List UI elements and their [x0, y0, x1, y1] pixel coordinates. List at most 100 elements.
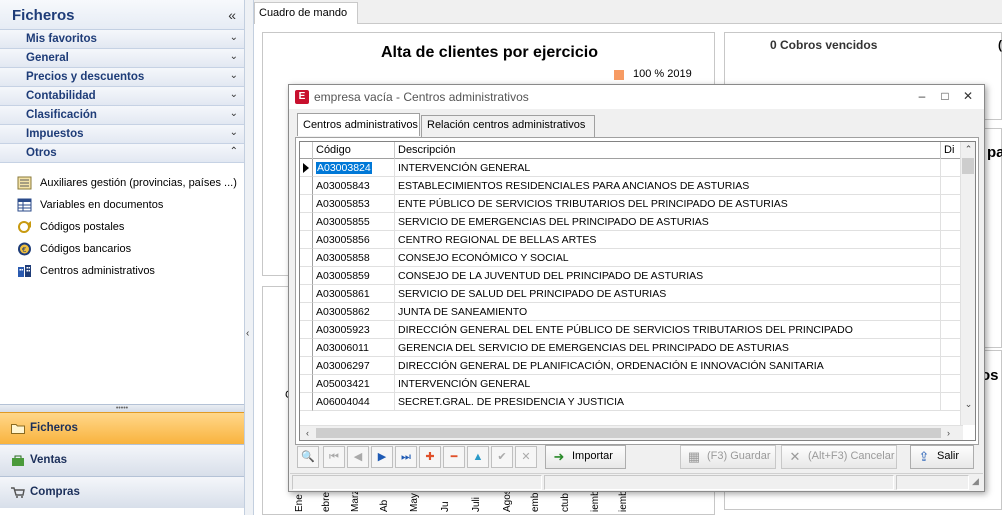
row-indicator[interactable] [300, 249, 313, 267]
cell-descripcion[interactable]: CENTRO REGIONAL DE BELLAS ARTES [395, 231, 941, 249]
group-precios-y-descuentos[interactable]: Precios y descuentos ⌄ [0, 68, 244, 87]
row-indicator[interactable] [300, 285, 313, 303]
table-row[interactable]: A03005856 CENTRO REGIONAL DE BELLAS ARTES [300, 231, 963, 249]
cell-descripcion[interactable]: CONSEJO ECONÓMICO Y SOCIAL [395, 249, 941, 267]
last-record-icon[interactable]: ⏭ [395, 446, 417, 468]
cell-codigo[interactable]: A03003824 [313, 159, 395, 177]
cell-codigo[interactable]: A03006297 [313, 357, 395, 375]
cell-descripcion[interactable]: GERENCIA DEL SERVICIO DE EMERGENCIAS DEL… [395, 339, 941, 357]
add-record-icon[interactable]: ✚ [419, 446, 441, 468]
previous-record-icon[interactable]: ◀ [347, 446, 369, 468]
row-indicator[interactable] [300, 357, 313, 375]
table-row[interactable]: A03005843 ESTABLECIMIENTOS RESIDENCIALES … [300, 177, 963, 195]
cancel-button[interactable]: ✕ (Alt+F3) Cancelar [781, 445, 897, 469]
table-row[interactable]: A03003824 INTERVENCIÓN GENERAL [300, 159, 963, 177]
scroll-up-icon[interactable]: ⌃ [961, 142, 975, 157]
column-header-codigo[interactable]: Código [313, 142, 395, 159]
cell-descripcion[interactable]: SERVICIO DE SALUD DEL PRINCIPADO DE ASTU… [395, 285, 941, 303]
exit-button[interactable]: ⇪ Salir [910, 445, 974, 469]
cell-codigo[interactable]: A03005855 [313, 213, 395, 231]
first-record-icon[interactable]: ⏮ [323, 446, 345, 468]
row-indicator[interactable] [300, 339, 313, 357]
table-row[interactable]: A03005923 DIRECCIÓN GENERAL DEL ENTE PÚBL… [300, 321, 963, 339]
sidebar-item-centros-administrativos[interactable]: Centros administrativos [0, 261, 244, 283]
row-indicator[interactable] [300, 321, 313, 339]
cell-descripcion[interactable]: ESTABLECIMIENTOS RESIDENCIALES PARA ANCI… [395, 177, 941, 195]
table-row[interactable]: A03005859 CONSEJO DE LA JUVENTUD DEL PRIN… [300, 267, 963, 285]
cell-codigo[interactable]: A03005858 [313, 249, 395, 267]
module-ventas[interactable]: Ventas [0, 444, 244, 476]
module-compras[interactable]: Compras [0, 476, 244, 508]
table-row[interactable]: A03005853 ENTE PÚBLICO DE SERVICIOS TRIBU… [300, 195, 963, 213]
row-indicator[interactable] [300, 195, 313, 213]
cell-codigo[interactable]: A03005923 [313, 321, 395, 339]
cell-descripcion[interactable]: INTERVENCIÓN GENERAL [395, 375, 941, 393]
scroll-left-icon[interactable]: ‹ [300, 426, 315, 440]
sidebar-item-auxiliares-gestion[interactable]: Auxiliares gestión (provincias, países .… [0, 173, 244, 195]
column-header-descripcion[interactable]: Descripción [395, 142, 941, 159]
sidebar-item-codigos-bancarios[interactable]: € Códigos bancarios [0, 239, 244, 261]
search-icon[interactable]: 🔍 [297, 446, 319, 468]
group-contabilidad[interactable]: Contabilidad ⌄ [0, 87, 244, 106]
close-button[interactable]: ✕ [959, 88, 977, 104]
row-indicator[interactable] [300, 375, 313, 393]
tab-cuadro-de-mando[interactable]: Cuadro de mando [254, 2, 359, 24]
cell-descripcion[interactable]: INTERVENCIÓN GENERAL [395, 159, 941, 177]
tab-relacion-centros[interactable]: Relación centros administrativos [421, 115, 595, 137]
group-clasificacion[interactable]: Clasificación ⌄ [0, 106, 244, 125]
cell-descripcion[interactable]: SECRET.GRAL. DE PRESIDENCIA Y JUSTICIA [395, 393, 941, 411]
module-ficheros[interactable]: Ficheros [0, 412, 244, 444]
cell-descripcion[interactable]: JUNTA DE SANEAMIENTO [395, 303, 941, 321]
group-general[interactable]: General ⌄ [0, 49, 244, 68]
cell-codigo[interactable]: A03005862 [313, 303, 395, 321]
table-row[interactable]: A03005862 JUNTA DE SANEAMIENTO [300, 303, 963, 321]
row-indicator[interactable] [300, 213, 313, 231]
cell-codigo[interactable]: A03005856 [313, 231, 395, 249]
row-indicator[interactable] [300, 303, 313, 321]
cell-descripcion[interactable]: DIRECCIÓN GENERAL DEL ENTE PÚBLICO DE SE… [395, 321, 941, 339]
sidebar-item-codigos-postales[interactable]: Códigos postales [0, 217, 244, 239]
cell-codigo[interactable]: A03005853 [313, 195, 395, 213]
scroll-down-icon[interactable]: ⌄ [961, 397, 975, 412]
group-mis-favoritos[interactable]: Mis favoritos ⌄ [0, 30, 244, 49]
row-indicator[interactable] [300, 159, 313, 177]
row-indicator[interactable] [300, 393, 313, 411]
save-button[interactable]: ▦ (F3) Guardar [680, 445, 776, 469]
sidebar-item-variables-documentos[interactable]: Variables en documentos [0, 195, 244, 217]
maximize-button[interactable]: □ [936, 88, 954, 104]
import-button[interactable]: ➜ Importar [545, 445, 626, 469]
row-indicator[interactable] [300, 231, 313, 249]
cell-codigo[interactable]: A03005843 [313, 177, 395, 195]
vertical-scrollbar[interactable]: ⌃ ⌄ [960, 142, 975, 425]
collapse-arrow-icon[interactable]: ‹ [246, 328, 249, 339]
table-row[interactable]: A03005858 CONSEJO ECONÓMICO Y SOCIAL [300, 249, 963, 267]
group-otros[interactable]: Otros ⌃ [0, 144, 244, 163]
dialog-titlebar[interactable]: E empresa vacía - Centros administrativo… [289, 85, 984, 109]
cell-descripcion[interactable]: CONSEJO DE LA JUVENTUD DEL PRINCIPADO DE… [395, 267, 941, 285]
next-record-icon[interactable]: ▶ [371, 446, 393, 468]
table-row[interactable]: A06004044 SECRET.GRAL. DE PRESIDENCIA Y J… [300, 393, 963, 411]
move-up-icon[interactable]: ▲ [467, 446, 489, 468]
sidebar-splitter[interactable]: ‹ [244, 0, 254, 515]
cell-codigo[interactable]: A03005859 [313, 267, 395, 285]
tab-centros-administrativos[interactable]: Centros administrativos [297, 113, 420, 136]
group-impuestos[interactable]: Impuestos ⌄ [0, 125, 244, 144]
table-row[interactable]: A03005861 SERVICIO DE SALUD DEL PRINCIPAD… [300, 285, 963, 303]
scroll-thumb[interactable] [316, 428, 941, 438]
horizontal-scrollbar[interactable]: ‹ › [300, 425, 963, 440]
cancel-edit-icon[interactable]: ✕ [515, 446, 537, 468]
collapse-sidebar-icon[interactable]: « [228, 7, 236, 23]
cell-codigo[interactable]: A06004044 [313, 393, 395, 411]
cell-codigo[interactable]: A03005861 [313, 285, 395, 303]
cell-descripcion[interactable]: ENTE PÚBLICO DE SERVICIOS TRIBUTARIOS DE… [395, 195, 941, 213]
scroll-right-icon[interactable]: › [941, 426, 956, 440]
scroll-thumb[interactable] [962, 158, 974, 174]
cell-descripcion[interactable]: DIRECCIÓN GENERAL DE PLANIFICACIÓN, ORDE… [395, 357, 941, 375]
confirm-icon[interactable]: ✔ [491, 446, 513, 468]
row-indicator[interactable] [300, 177, 313, 195]
table-row[interactable]: A03006297 DIRECCIÓN GENERAL DE PLANIFICAC… [300, 357, 963, 375]
table-row[interactable]: A05003421 INTERVENCIÓN GENERAL [300, 375, 963, 393]
cell-codigo[interactable]: A03006011 [313, 339, 395, 357]
minimize-button[interactable]: – [913, 88, 931, 104]
module-pane-resize-grip[interactable]: ••••• [0, 404, 244, 412]
